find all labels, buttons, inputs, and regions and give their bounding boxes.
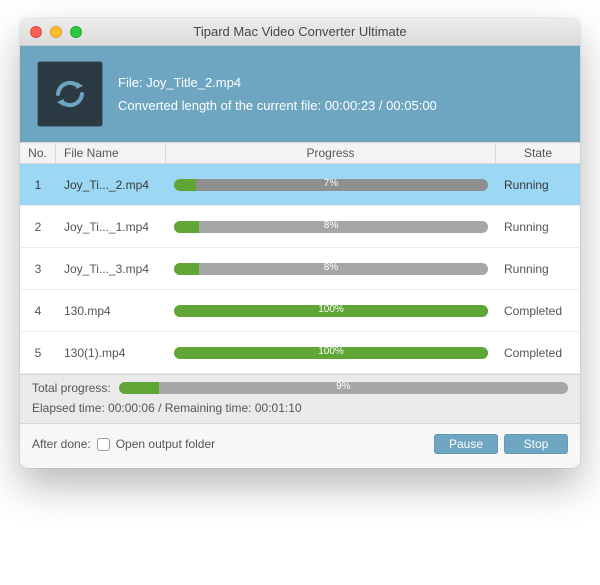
length-elapsed: 00:00:23	[325, 98, 376, 113]
table-row[interactable]: 3Joy_Ti..._3.mp4 8% Running	[20, 248, 580, 290]
current-file-panel: File: Joy_Title_2.mp4 Converted length o…	[20, 46, 580, 142]
row-progress: 8%	[166, 263, 496, 275]
row-no: 4	[20, 304, 56, 318]
pause-button[interactable]: Pause	[434, 434, 498, 454]
row-state: Completed	[496, 346, 580, 360]
table-body: 1Joy_Ti..._2.mp47%Running2Joy_Ti..._1.mp…	[20, 164, 580, 374]
progress-text: 100%	[174, 347, 488, 359]
total-progress-bar: 9%	[119, 382, 568, 394]
table-row[interactable]: 1Joy_Ti..._2.mp4 7% Running	[20, 164, 580, 206]
col-no[interactable]: No.	[20, 143, 56, 163]
file-label: File:	[118, 75, 143, 90]
total-progress-text: 9%	[119, 382, 568, 394]
progress-bar: 7%	[174, 179, 488, 191]
row-file-name: Joy_Ti..._2.mp4	[56, 178, 166, 192]
row-progress: 7%	[166, 179, 496, 191]
after-done-label: After done:	[32, 437, 91, 451]
row-state: Running	[496, 262, 580, 276]
progress-text: 7%	[174, 179, 488, 191]
progress-text: 8%	[174, 221, 488, 233]
length-total: 00:05:00	[386, 98, 437, 113]
row-file-name: Joy_Ti..._1.mp4	[56, 220, 166, 234]
progress-bar: 100%	[174, 347, 488, 359]
elapsed-time: 00:00:06	[108, 401, 155, 415]
progress-bar: 8%	[174, 263, 488, 275]
progress-text: 8%	[174, 263, 488, 275]
col-progress[interactable]: Progress	[166, 143, 496, 163]
row-file-name: 130.mp4	[56, 304, 166, 318]
current-file-name: Joy_Title_2.mp4	[146, 75, 241, 90]
progress-text: 100%	[174, 305, 488, 317]
row-state: Running	[496, 178, 580, 192]
col-file-name[interactable]: File Name	[56, 143, 166, 163]
table-header: No. File Name Progress State	[20, 142, 580, 164]
footer: After done: Open output folder Pause Sto…	[20, 423, 580, 468]
row-state: Completed	[496, 304, 580, 318]
row-no: 5	[20, 346, 56, 360]
app-window: Tipard Mac Video Converter Ultimate File…	[20, 18, 580, 468]
length-label: Converted length of the current file:	[118, 98, 321, 113]
current-file-info: File: Joy_Title_2.mp4 Converted length o…	[118, 71, 437, 118]
open-output-checkbox[interactable]	[97, 438, 110, 451]
titlebar: Tipard Mac Video Converter Ultimate	[20, 18, 580, 46]
row-file-name: Joy_Ti..._3.mp4	[56, 262, 166, 276]
row-no: 2	[20, 220, 56, 234]
row-progress: 100%	[166, 347, 496, 359]
summary-panel: Total progress: 9% Elapsed time: 00:00:0…	[20, 374, 580, 423]
progress-bar: 100%	[174, 305, 488, 317]
col-state[interactable]: State	[496, 143, 580, 163]
table-row[interactable]: 2Joy_Ti..._1.mp4 8% Running	[20, 206, 580, 248]
table-row[interactable]: 4130.mp4 100% Completed	[20, 290, 580, 332]
row-progress: 8%	[166, 221, 496, 233]
stop-button[interactable]: Stop	[504, 434, 568, 454]
row-no: 1	[20, 178, 56, 192]
row-state: Running	[496, 220, 580, 234]
convert-cycle-icon	[38, 62, 102, 126]
timing-line: Elapsed time: 00:00:06 / Remaining time:…	[32, 401, 568, 415]
window-title: Tipard Mac Video Converter Ultimate	[20, 24, 580, 39]
total-progress-label: Total progress:	[32, 381, 111, 395]
row-progress: 100%	[166, 305, 496, 317]
row-no: 3	[20, 262, 56, 276]
open-output-label: Open output folder	[116, 437, 215, 451]
remaining-time: 00:01:10	[255, 401, 302, 415]
progress-bar: 8%	[174, 221, 488, 233]
table-row[interactable]: 5130(1).mp4 100% Completed	[20, 332, 580, 374]
row-file-name: 130(1).mp4	[56, 346, 166, 360]
